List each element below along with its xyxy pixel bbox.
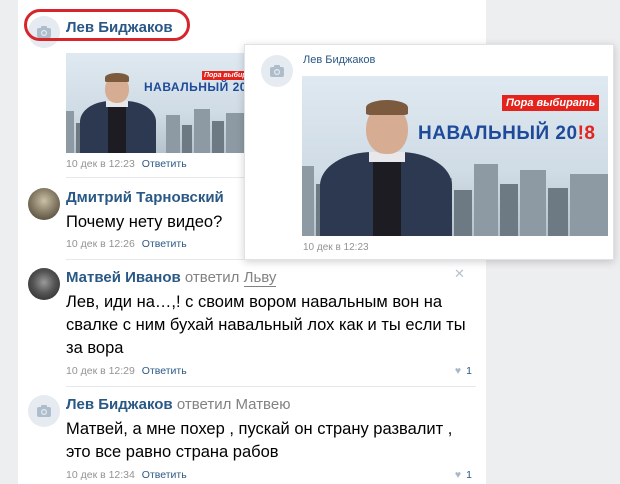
comment-item: Матвей Иванов ответил Льву Лев, иди на…,… bbox=[18, 260, 486, 385]
like-count: 1 bbox=[466, 365, 472, 377]
comment-author: Матвей Иванов ответил Льву bbox=[66, 269, 277, 287]
comment-author[interactable]: Дмитрий Тарновский bbox=[66, 189, 224, 206]
comment-author: Лев Биджаков ответил Матвею bbox=[66, 396, 290, 413]
campaign-banner-image[interactable]: Пора выбирать НАВАЛЬНЫЙ 20!8 bbox=[66, 53, 244, 153]
comment-meta: 10 дек в 12:23 Ответить bbox=[66, 158, 187, 170]
banner-slogan: Пора выбирать bbox=[202, 71, 244, 80]
banner-candidate-name: НАВАЛЬНЫЙ 20!8 bbox=[418, 123, 596, 144]
popup-author[interactable]: Лев Биджаков bbox=[303, 54, 375, 66]
comment-text: Лев, иди на…,! с своим вором навальным в… bbox=[66, 293, 466, 357]
reply-button[interactable]: Ответить bbox=[142, 238, 187, 250]
author-name[interactable]: Матвей Иванов bbox=[66, 269, 181, 286]
heart-icon: ♥ bbox=[454, 365, 462, 377]
reply-button[interactable]: Ответить bbox=[142, 469, 187, 481]
reply-to-link[interactable]: Матвею bbox=[236, 396, 291, 413]
heart-icon: ♥ bbox=[454, 469, 462, 481]
comment-meta: 10 дек в 12:34 Ответить bbox=[66, 469, 187, 481]
author-name[interactable]: Лев Биджаков bbox=[66, 396, 173, 413]
camera-icon bbox=[37, 405, 51, 417]
comment-date[interactable]: 10 дек в 12:26 bbox=[66, 238, 135, 250]
comment-text: Матвей, а мне похер , пускай он страну р… bbox=[66, 420, 453, 461]
like-count: 1 bbox=[466, 469, 472, 481]
comment-meta: 10 дек в 12:29 Ответить bbox=[66, 365, 187, 377]
close-icon[interactable]: ✕ bbox=[454, 266, 465, 282]
comment-date[interactable]: 10 дек в 12:29 bbox=[66, 365, 135, 377]
banner-candidate-name: НАВАЛЬНЫЙ 20!8 bbox=[144, 80, 244, 94]
banner-slogan: Пора выбирать bbox=[502, 95, 600, 111]
like-button[interactable]: ♥ 1 bbox=[455, 365, 472, 377]
like-button[interactable]: ♥ 1 bbox=[455, 469, 472, 481]
campaign-banner-image[interactable]: Пора выбирать НАВАЛЬНЫЙ 20!8 bbox=[302, 76, 608, 236]
avatar[interactable] bbox=[28, 188, 60, 220]
avatar[interactable] bbox=[28, 395, 60, 427]
comment-preview-popup: Лев Биджаков Пора выбирать НАВАЛЬНЫЙ 20!… bbox=[244, 44, 614, 260]
comment-date[interactable]: 10 дек в 12:34 bbox=[66, 469, 135, 481]
reply-note: ответил bbox=[184, 269, 240, 286]
reply-button[interactable]: Ответить bbox=[142, 158, 187, 170]
candidate-photo bbox=[318, 98, 454, 236]
author-highlight-circle bbox=[24, 9, 190, 41]
comment-meta: 10 дек в 12:26 Ответить bbox=[66, 238, 187, 250]
avatar[interactable] bbox=[28, 268, 60, 300]
camera-icon bbox=[270, 65, 284, 77]
reply-note: ответил bbox=[176, 396, 232, 413]
comment-date[interactable]: 10 дек в 12:23 bbox=[66, 158, 135, 170]
reply-button[interactable]: Ответить bbox=[142, 365, 187, 377]
comment-item: Лев Биджаков ответил Матвею Матвей, а мн… bbox=[18, 387, 486, 484]
popup-date[interactable]: 10 дек в 12:23 bbox=[303, 242, 369, 253]
reply-to-link[interactable]: Льву bbox=[243, 269, 277, 287]
avatar[interactable] bbox=[261, 55, 293, 87]
